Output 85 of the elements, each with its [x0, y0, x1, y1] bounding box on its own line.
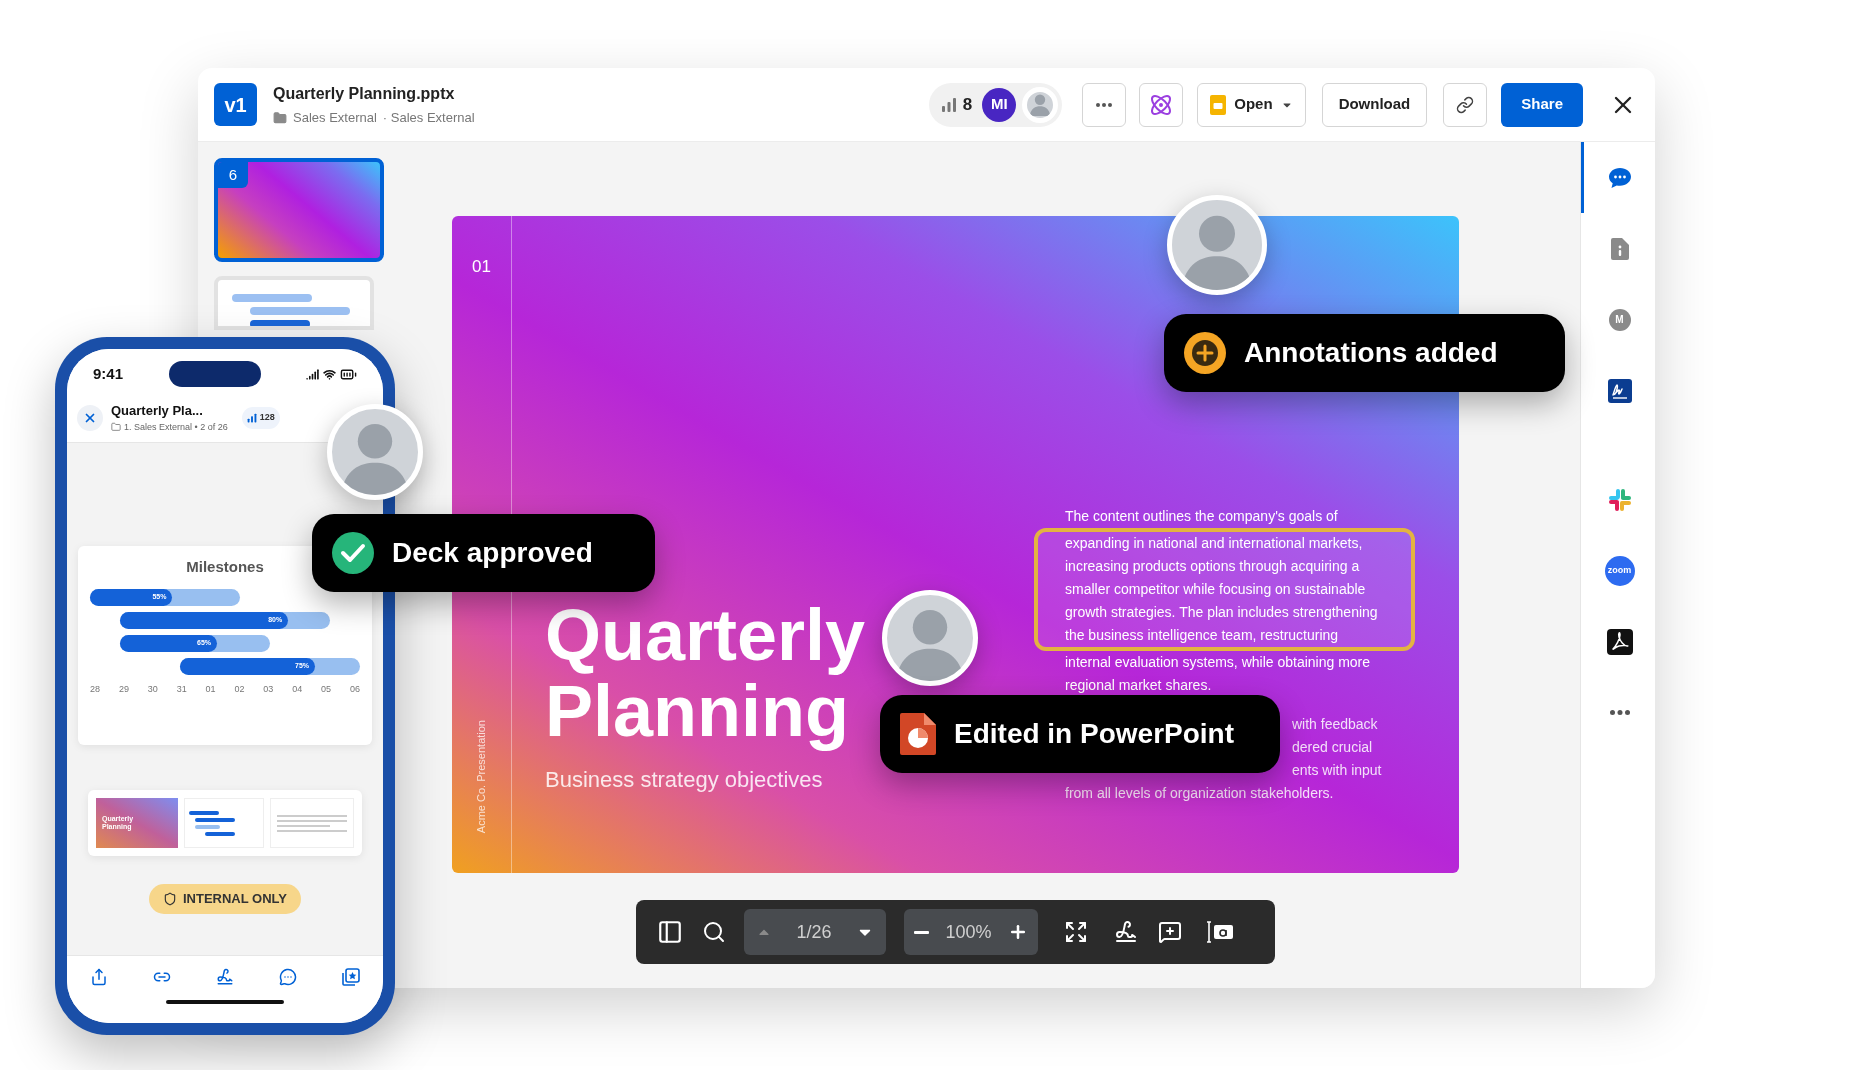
axis-tick: 28	[90, 682, 100, 696]
sidebar-app-button[interactable]: zoom	[1581, 535, 1655, 606]
status-time: 9:41	[93, 363, 124, 384]
axis-tick: 05	[321, 682, 331, 696]
signature-app-icon	[1607, 378, 1632, 403]
folder-icon	[273, 110, 287, 125]
download-button[interactable]: Download	[1321, 82, 1428, 127]
folder-icon	[111, 422, 121, 433]
text-select-icon	[1206, 920, 1234, 944]
paragraph-fragment: dered crucial	[1292, 738, 1374, 757]
badge-label: INTERNAL ONLY	[183, 890, 287, 909]
pdf-app-icon	[1606, 628, 1633, 655]
zoom-in-button[interactable]	[1008, 922, 1028, 942]
signature-icon[interactable]	[215, 968, 234, 986]
plus-bubble-icon	[1182, 330, 1228, 376]
slide-paragraph: The content outlines the company's goals of	[1065, 507, 1339, 526]
axis-tick: 30	[147, 682, 158, 696]
check-circle-icon	[330, 530, 376, 576]
signal-bars-icon	[940, 96, 957, 113]
axis-tick: 31	[176, 682, 187, 696]
paragraph-fragment: ents with input	[1292, 761, 1383, 780]
atom-icon	[1149, 92, 1174, 117]
paragraph-line: from all levels of organization stakeholders.	[1065, 784, 1335, 803]
notification-text: Annotations added	[1244, 336, 1498, 370]
comment-icon[interactable]	[279, 968, 298, 986]
notification-text: Edited in PowerPoint	[954, 717, 1234, 751]
file-title: Quarterly Planning.pptx	[273, 83, 456, 104]
copy-link-button[interactable]	[1443, 82, 1488, 127]
axis-tick: 03	[263, 682, 274, 696]
version-badge: v1	[214, 83, 257, 126]
signal-bars-icon	[246, 412, 257, 423]
breadcrumb-link[interactable]: Sales External	[293, 107, 377, 128]
presentation-file-icon	[898, 711, 938, 757]
breadcrumb-link[interactable]: · Sales External	[382, 107, 475, 128]
sidebar-panel-icon	[657, 919, 683, 945]
zoom-out-button[interactable]	[914, 930, 929, 934]
minus-icon	[914, 930, 929, 934]
hash-logo-icon	[1607, 487, 1632, 512]
share-button[interactable]: Share	[1501, 82, 1583, 127]
slide-paragraph: internal evaluation systems, while obtaining more regional market shares.	[1065, 653, 1372, 695]
plus-icon	[1008, 922, 1028, 942]
more-icon	[1096, 102, 1113, 107]
viewer-count: 8	[962, 93, 973, 116]
axis-tick: 29	[118, 682, 129, 696]
notification-text: Deck approved	[392, 536, 593, 570]
axis-tick: 04	[292, 682, 303, 696]
slide-subtitle: Business strategy objectives	[545, 766, 824, 795]
axis-tick: 02	[234, 682, 245, 696]
slides-file-icon	[1210, 94, 1227, 115]
search-icon	[702, 920, 726, 944]
file-info-icon	[1609, 236, 1630, 261]
sidebar-app-button[interactable]: M	[1581, 284, 1655, 355]
axis-tick: 06	[349, 682, 360, 696]
slide-index: 01	[472, 256, 491, 278]
slide-thumbnail[interactable]	[214, 276, 374, 330]
signal-icon	[306, 367, 319, 381]
app-logo: M	[1608, 308, 1631, 331]
card-title: Milestones	[186, 557, 264, 577]
shield-icon	[163, 892, 177, 906]
initials-avatar: MI	[982, 87, 1017, 122]
comment-bubble-icon	[1607, 166, 1632, 189]
app-logo: zoom	[1604, 555, 1635, 586]
wifi-icon	[323, 367, 336, 381]
page-indicator: 1/26	[796, 920, 832, 944]
document-title: Quarterly Pla...	[111, 402, 204, 420]
ai-button[interactable]	[1139, 82, 1184, 127]
folder-path: 1. Sales External • 2 of 26	[124, 420, 228, 434]
fullscreen-icon	[1064, 920, 1088, 944]
add-comment-icon	[1158, 920, 1182, 944]
vertical-caption: Acme Co. Presentation	[474, 719, 489, 833]
zoom-level: 100%	[945, 920, 992, 944]
share-icon[interactable]	[89, 968, 108, 986]
link-icon	[1456, 95, 1475, 114]
viewer-count: 128	[259, 410, 275, 424]
paragraph-fragment: with feedback	[1292, 715, 1379, 734]
chart-thumbnail-drawing[interactable]	[184, 798, 264, 848]
signature-icon	[1114, 920, 1138, 944]
more-icon	[1609, 710, 1630, 715]
axis-tick: 01	[205, 682, 216, 696]
collaborators-pill[interactable]: 8 MI	[928, 82, 1063, 127]
document-thumbnail-drawing[interactable]	[270, 798, 354, 848]
open-button[interactable]: Open	[1197, 82, 1306, 127]
slide-number: 6	[218, 162, 248, 188]
slide-thumbnail[interactable]: 6	[214, 158, 384, 262]
slide-title: Quarterly Planning	[545, 598, 867, 750]
